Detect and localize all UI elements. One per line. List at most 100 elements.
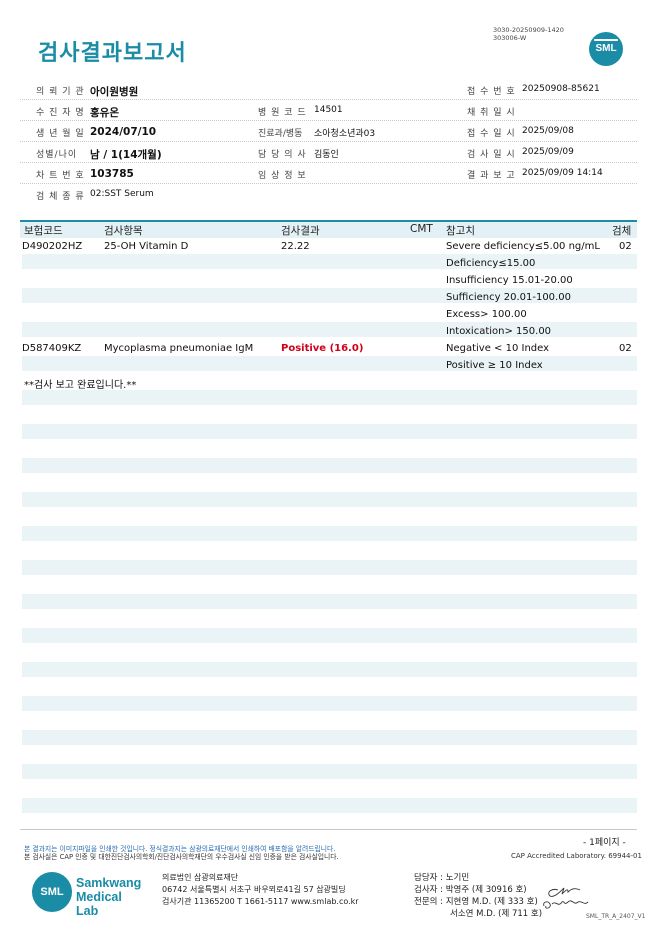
lab-contact: 검사기관 11365200 T 1661-5117 www.smlab.co.k… bbox=[162, 897, 359, 906]
row-specimen: 02 bbox=[619, 343, 632, 354]
footer-logo-name-2: Medical Lab bbox=[76, 890, 122, 918]
reference-line: Sufficiency 20.01-100.00 bbox=[446, 292, 571, 303]
dob-label: 생 년 월 일 bbox=[36, 129, 85, 139]
cap-accreditation: CAP Accredited Laboratory. 69944-01 bbox=[511, 852, 642, 860]
form-code: SML_TR_A_2407_V1 bbox=[586, 913, 646, 920]
reference-line: Positive ≥ 10 Index bbox=[446, 360, 543, 371]
info-row: 수 진 자 명 홍유온 병 원 코 드 14501 채 취 일 시 bbox=[20, 100, 637, 121]
table-stripe bbox=[22, 798, 637, 813]
manager: 담당자 : 노기민 bbox=[414, 873, 470, 883]
collection-date-label: 채 취 일 시 bbox=[467, 108, 516, 118]
info-row: 생 년 월 일 2024/07/10 진료과/병동 소아청소년과03 접 수 일… bbox=[20, 121, 637, 142]
reference-line: Insufficiency 15.01-20.00 bbox=[446, 275, 573, 286]
row-specimen: 02 bbox=[619, 241, 632, 252]
row-item: 25-OH Vitamin D bbox=[104, 241, 189, 252]
sml-logo-text: SML bbox=[595, 43, 617, 54]
table-stripe bbox=[22, 696, 637, 711]
received-value: 2025/09/08 bbox=[522, 126, 574, 136]
doctor-label: 담 당 의 사 bbox=[258, 150, 307, 160]
report-label: 결 과 보 고 bbox=[467, 171, 516, 181]
receipt-no-value: 20250908-85621 bbox=[522, 84, 600, 94]
info-row: 의 뢰 기 관 아이원병원 접 수 번 호 20250908-85621 bbox=[20, 79, 637, 100]
row-code: D490202HZ bbox=[22, 241, 83, 252]
signatories: 담당자 : 노기민 검사자 : 박영주 (제 30916 호) 전문의 : 지현… bbox=[414, 872, 542, 920]
row-result-positive: Positive (16.0) bbox=[281, 343, 364, 354]
footer-logo: SML Samkwang Medical Lab bbox=[32, 870, 142, 918]
hospital-code-label: 병 원 코 드 bbox=[258, 108, 307, 118]
row-code: D587409KZ bbox=[22, 343, 82, 354]
table-stripe bbox=[22, 254, 637, 269]
table-stripe bbox=[22, 730, 637, 745]
sex-age-value: 남 / 1(14개월) bbox=[90, 149, 162, 161]
footer-logo-name: Samkwang Medical Lab bbox=[76, 876, 142, 918]
test-date-label: 검 사 일 시 bbox=[467, 150, 516, 160]
examiner: 검사자 : 박영주 (제 30916 호) bbox=[414, 885, 527, 895]
sex-age-label: 성별/나이 bbox=[36, 150, 78, 160]
chart-no-label: 차 트 번 호 bbox=[36, 171, 85, 181]
table-stripe bbox=[22, 424, 637, 439]
specimen-label: 검 체 종 류 bbox=[36, 192, 85, 202]
reference-line: Excess> 100.00 bbox=[446, 309, 527, 320]
patient-label: 수 진 자 명 bbox=[36, 108, 85, 118]
page-number: - 1페이지 - bbox=[583, 838, 626, 848]
lab-street: 06742 서울특별시 서초구 바우뫼로41길 57 삼광빌딩 bbox=[162, 885, 346, 894]
table-stripe bbox=[22, 594, 637, 609]
institution-label: 의 뢰 기 관 bbox=[36, 87, 85, 97]
doc-code-1: 3030-20250909-1420 bbox=[493, 26, 564, 34]
doctor-value: 김동인 bbox=[314, 150, 339, 160]
specimen-value: 02:SST Serum bbox=[90, 189, 154, 199]
row-item: Mycoplasma pneumoniae IgM bbox=[104, 343, 254, 354]
lab-address: 의료법인 삼광의료재단 06742 서울특별시 서초구 바우뫼로41길 57 삼… bbox=[162, 872, 359, 908]
table-stripe bbox=[22, 390, 637, 405]
signature-image bbox=[543, 887, 589, 909]
col-cmt: CMT bbox=[410, 223, 433, 235]
row-reference: Negative < 10 Index bbox=[446, 343, 550, 354]
col-code: 보험코드 bbox=[24, 225, 63, 237]
hospital-code-value: 14501 bbox=[314, 105, 343, 115]
table-stripe bbox=[22, 662, 637, 677]
lab-org: 의료법인 삼광의료재단 bbox=[162, 873, 239, 882]
table-stripe bbox=[22, 492, 637, 507]
department-label: 진료과/병동 bbox=[258, 129, 303, 139]
col-reference: 참고치 bbox=[446, 225, 475, 237]
receipt-no-label: 접 수 번 호 bbox=[467, 87, 516, 97]
report-title: 검사결과보고서 bbox=[38, 41, 187, 66]
table-stripe bbox=[22, 526, 637, 541]
table-stripe bbox=[22, 458, 637, 473]
specialist-2: 서소연 M.D. (제 711 호) bbox=[450, 909, 543, 919]
footer-divider bbox=[20, 829, 637, 830]
report-value: 2025/09/09 14:14 bbox=[522, 168, 603, 178]
footer-logo-badge: SML bbox=[32, 872, 72, 912]
received-label: 접 수 일 시 bbox=[467, 129, 516, 139]
row-reference: Severe deficiency≤5.00 ng/mL bbox=[446, 241, 600, 252]
clinical-label: 임 상 정 보 bbox=[258, 171, 307, 181]
chart-no-value: 103785 bbox=[90, 168, 134, 180]
table-stripe bbox=[22, 560, 637, 575]
results-table-header: 보험코드 검사항목 검사결과 CMT 참고치 검체 bbox=[20, 220, 637, 238]
col-result: 검사결과 bbox=[281, 225, 320, 237]
table-stripe bbox=[22, 628, 637, 643]
dob-value: 2024/07/10 bbox=[90, 126, 157, 138]
department-value: 소아청소년과03 bbox=[314, 129, 376, 139]
sml-logo: SML bbox=[589, 32, 623, 66]
patient-info: 의 뢰 기 관 아이원병원 접 수 번 호 20250908-85621 수 진… bbox=[20, 79, 637, 204]
table-stripe bbox=[22, 764, 637, 779]
notice-accreditation: 본 검사실은 CAP 인증 및 대한진단검사의학회/진단검사의학재단의 우수검사… bbox=[24, 853, 339, 861]
info-row: 차 트 번 호 103785 임 상 정 보 결 과 보 고 2025/09/0… bbox=[20, 163, 637, 184]
row-result: 22.22 bbox=[281, 241, 310, 252]
table-stripe bbox=[22, 356, 637, 371]
footer-logo-name-1: Samkwang bbox=[76, 876, 142, 890]
col-item: 검사항목 bbox=[104, 225, 143, 237]
reference-line: Intoxication> 150.00 bbox=[446, 326, 552, 337]
doc-code-2: 303006-W bbox=[493, 34, 527, 42]
institution-value: 아이원병원 bbox=[90, 86, 139, 98]
info-row: 검 체 종 류 02:SST Serum bbox=[20, 184, 637, 204]
completion-text: **검사 보고 완료입니다.** bbox=[24, 380, 137, 391]
specialist-1: 전문의 : 지현영 M.D. (제 333 호) bbox=[414, 897, 538, 907]
col-specimen: 검체 bbox=[612, 225, 632, 237]
document-codes: 3030-20250909-1420 303006-W bbox=[493, 26, 564, 42]
info-row: 성별/나이 남 / 1(14개월) 담 당 의 사 김동인 검 사 일 시 20… bbox=[20, 142, 637, 163]
test-date-value: 2025/09/09 bbox=[522, 147, 574, 157]
patient-value: 홍유온 bbox=[90, 107, 119, 119]
reference-line: Deficiency≤15.00 bbox=[446, 258, 536, 269]
